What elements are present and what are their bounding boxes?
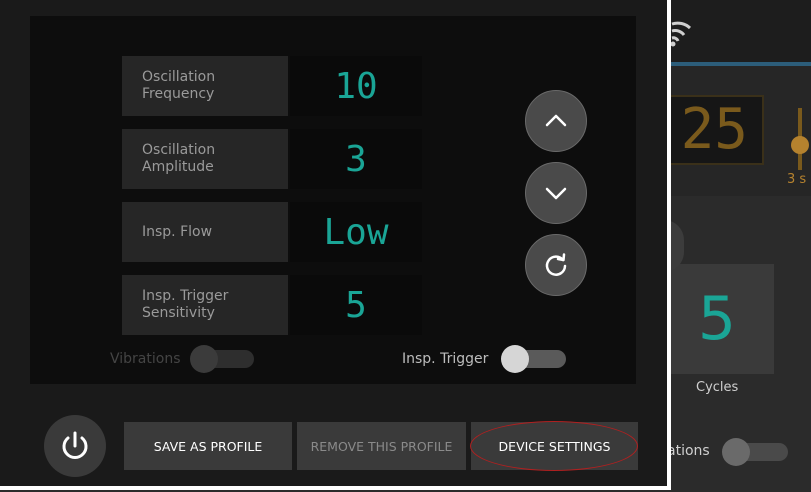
wifi-icon xyxy=(670,21,692,47)
insp-trigger-label: Insp. Trigger xyxy=(402,351,489,367)
vibrations-label-background: ations xyxy=(667,443,710,459)
cycles-display: 5 xyxy=(660,264,774,374)
insp-trigger-sensitivity-value[interactable]: 5 xyxy=(290,275,422,335)
cycles-label: Cycles xyxy=(696,380,739,395)
save-as-profile-button[interactable]: SAVE AS PROFILE xyxy=(124,422,292,470)
settings-dialog: Oscillation Frequency 10 Oscillation Amp… xyxy=(0,0,671,490)
counter-display: 25 xyxy=(668,95,764,165)
device-settings-button[interactable]: DEVICE SETTINGS xyxy=(471,422,638,470)
chevron-down-icon xyxy=(545,187,567,200)
oscillation-frequency-label: Oscillation Frequency xyxy=(122,56,288,116)
time-slider-knob[interactable] xyxy=(791,136,809,154)
vibrations-toggle-knob-background[interactable] xyxy=(722,438,750,466)
chevron-up-icon xyxy=(545,114,567,127)
insp-flow-label: Insp. Flow xyxy=(122,202,288,262)
time-slider-value: 3 s xyxy=(787,172,807,187)
insp-trigger-sensitivity-label: Insp. Trigger Sensitivity xyxy=(122,275,288,335)
refresh-icon xyxy=(545,253,567,276)
insp-flow-value[interactable]: Low xyxy=(290,202,422,262)
oscillation-amplitude-label: Oscillation Amplitude xyxy=(122,129,288,189)
decrease-button[interactable] xyxy=(525,162,587,224)
reset-button[interactable] xyxy=(525,234,587,296)
oscillation-amplitude-value[interactable]: 3 xyxy=(290,129,422,189)
vibrations-label: Vibrations xyxy=(110,351,181,367)
vibrations-toggle-knob[interactable] xyxy=(190,345,218,373)
increase-button[interactable] xyxy=(525,90,587,152)
power-icon xyxy=(62,431,88,459)
oscillation-frequency-value[interactable]: 10 xyxy=(290,56,422,116)
power-button[interactable] xyxy=(44,415,106,477)
remove-profile-button[interactable]: REMOVE THIS PROFILE xyxy=(297,422,466,470)
insp-trigger-toggle-knob[interactable] xyxy=(501,345,529,373)
